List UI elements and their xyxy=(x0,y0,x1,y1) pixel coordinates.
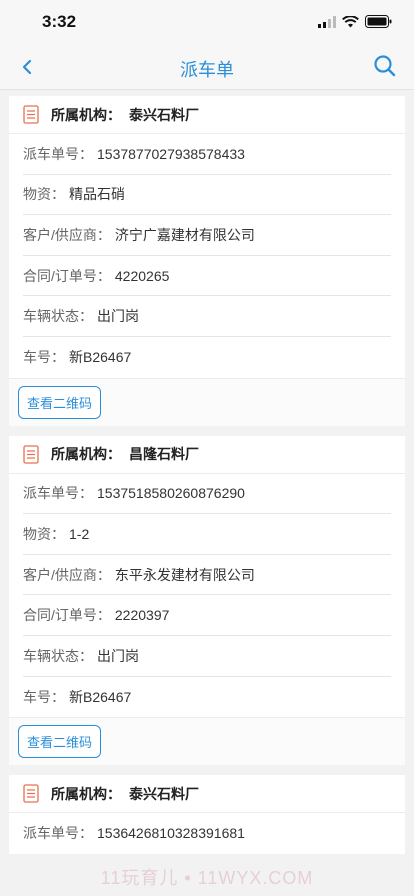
signal-icon xyxy=(318,15,336,28)
plate-row: 车号： 新B26467 xyxy=(23,337,391,378)
material-value: 1-2 xyxy=(69,525,90,542)
material-row: 物资： 精品石硝 xyxy=(23,175,391,216)
dispatch-no-row: 派车单号： 1537518580260876290 xyxy=(23,474,391,515)
card-footer: 查看二维码 xyxy=(9,717,405,766)
dispatch-no-row: 派车单号： 1536426810328391681 xyxy=(23,813,391,854)
material-value: 精品石硝 xyxy=(69,186,125,203)
customer-row: 客户/供应商： 济宁广嘉建材有限公司 xyxy=(23,215,391,256)
contract-value: 2220397 xyxy=(114,607,170,624)
contract-label: 合同/订单号： xyxy=(23,267,111,284)
status-bar: 3:32 xyxy=(0,0,414,44)
vehicle-status-value: 出门岗 xyxy=(97,308,139,325)
dispatch-list: 所属机构： 泰兴石料厂 派车单号： 1537877027938578433 物资：… xyxy=(9,96,405,864)
document-icon xyxy=(23,784,39,803)
search-icon[interactable] xyxy=(372,53,398,79)
page-title: 派车单 xyxy=(180,60,234,80)
card-header: 所属机构： 昌隆石料厂 xyxy=(9,436,405,474)
material-label: 物资： xyxy=(23,186,65,203)
dispatch-no-value: 1537518580260876290 xyxy=(97,485,245,502)
card-body: 派车单号： 1536426810328391681 xyxy=(9,813,405,854)
wifi-icon xyxy=(342,15,359,27)
customer-value: 东平永发建材有限公司 xyxy=(114,566,255,583)
customer-row: 客户/供应商： 东平永发建材有限公司 xyxy=(23,555,391,596)
customer-label: 客户/供应商： xyxy=(23,566,111,583)
dispatch-no-label: 派车单号： xyxy=(23,145,93,162)
card-header: 所属机构： 泰兴石料厂 xyxy=(9,96,405,134)
battery-icon xyxy=(365,15,392,28)
dispatch-card: 所属机构： 昌隆石料厂 派车单号： 1537518580260876290 物资：… xyxy=(9,435,405,766)
customer-label: 客户/供应商： xyxy=(23,226,111,243)
dispatch-no-label: 派车单号： xyxy=(23,825,93,842)
vehicle-status-label: 车辆状态： xyxy=(23,647,93,664)
status-icons xyxy=(318,15,392,28)
dispatch-no-row: 派车单号： 1537877027938578433 xyxy=(23,134,391,175)
navbar: 派车单 xyxy=(0,44,414,90)
dispatch-no-label: 派车单号： xyxy=(23,485,93,502)
card-body: 派车单号： 1537518580260876290 物资： 1-2 客户/供应商：东… xyxy=(9,474,405,718)
plate-row: 车号： 新B26467 xyxy=(23,677,391,718)
vehicle-status-row: 车辆状态： 出门岗 xyxy=(23,636,391,677)
card-body: 派车单号： 1537877027938578433 物资： 精品石硝 客户/供应商：… xyxy=(9,134,405,378)
plate-label: 车号： xyxy=(23,349,65,366)
customer-value: 济宁广嘉建材有限公司 xyxy=(114,226,255,243)
view-qr-button[interactable]: 查看二维码 xyxy=(18,725,102,759)
vehicle-status-value: 出门岗 xyxy=(97,647,139,664)
vehicle-status-label: 车辆状态： xyxy=(23,308,93,325)
document-icon xyxy=(23,105,39,124)
org-value: 泰兴石料厂 xyxy=(129,785,199,802)
contract-value: 4220265 xyxy=(114,267,170,284)
card-footer: 查看二维码 xyxy=(9,377,405,426)
document-icon xyxy=(23,444,39,464)
org-value: 泰兴石料厂 xyxy=(129,106,199,123)
status-time: 3:32 xyxy=(42,12,77,31)
plate-value: 新B26467 xyxy=(69,349,132,366)
vehicle-status-row: 车辆状态： 出门岗 xyxy=(23,296,391,337)
watermark: 11玩育儿 • 11WYX.COM xyxy=(100,868,314,888)
org-label: 所属机构： xyxy=(51,785,121,802)
view-qr-button[interactable]: 查看二维码 xyxy=(18,385,102,419)
contract-row: 合同/订单号： 2220397 xyxy=(23,595,391,636)
plate-value: 新B26467 xyxy=(69,688,132,705)
org-label: 所属机构： xyxy=(51,106,121,123)
material-row: 物资： 1-2 xyxy=(23,514,391,555)
org-label: 所属机构： xyxy=(51,446,121,463)
contract-row: 合同/订单号： 4220265 xyxy=(23,256,391,297)
contract-label: 合同/订单号： xyxy=(23,607,111,624)
dispatch-no-value: 1536426810328391681 xyxy=(97,825,245,842)
dispatch-card: 所属机构： 泰兴石料厂 派车单号： 1537877027938578433 物资：… xyxy=(9,96,405,426)
material-label: 物资： xyxy=(23,525,65,542)
dispatch-card: 所属机构： 泰兴石料厂 派车单号： 1536426810328391681 xyxy=(9,775,405,854)
dispatch-no-value: 1537877027938578433 xyxy=(97,145,245,162)
card-header: 所属机构： 泰兴石料厂 xyxy=(9,775,405,814)
org-value: 昌隆石料厂 xyxy=(129,446,199,463)
plate-label: 车号： xyxy=(23,688,65,705)
